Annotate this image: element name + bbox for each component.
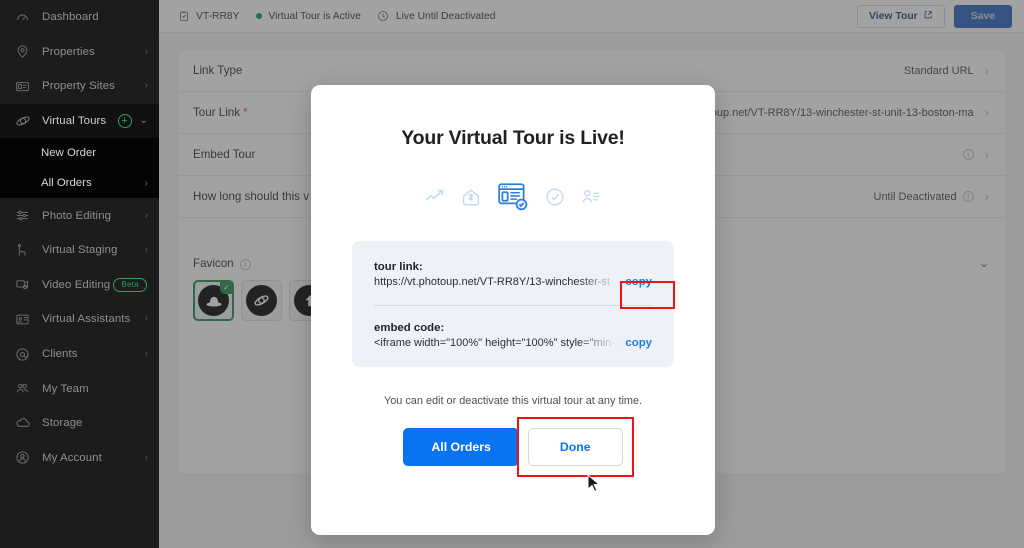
chevron-right-icon: › xyxy=(144,313,148,325)
all-orders-label: All Orders xyxy=(431,440,491,454)
sidebar-item-properties[interactable]: Properties › xyxy=(0,35,159,70)
add-virtual-tour-icon[interactable]: + xyxy=(117,114,132,129)
sidebar-item-label: Dashboard xyxy=(42,11,99,24)
sidebar: Dashboard Properties › Property Sites › … xyxy=(0,0,159,548)
tour-link-label: tour link: xyxy=(374,261,423,273)
sidebar-item-all-orders[interactable]: All Orders › xyxy=(0,168,159,198)
sidebar-item-label: Virtual Staging xyxy=(42,244,118,257)
video-gear-icon xyxy=(14,276,31,293)
sidebar-item-label: My Team xyxy=(42,382,89,395)
tour-link-section: tour link: https://vt.photoup.net/VT-RR8… xyxy=(352,261,675,309)
sidebar-item-label: Virtual Assistants xyxy=(42,313,131,326)
chevron-right-icon: › xyxy=(144,244,148,256)
share-links-panel: tour link: https://vt.photoup.net/VT-RR8… xyxy=(352,241,675,367)
person-list-icon xyxy=(580,186,602,213)
chevron-right-icon: › xyxy=(144,451,148,463)
check-circle-icon xyxy=(544,186,566,213)
chevron-right-icon: › xyxy=(144,80,148,92)
embed-code-value: <iframe width="100%" height="100%" style… xyxy=(374,337,618,349)
sidebar-item-label: Properties xyxy=(42,45,95,58)
chair-icon xyxy=(14,242,31,259)
embed-code-label: embed code: xyxy=(374,322,445,334)
analytics-icon xyxy=(424,186,446,213)
embed-code-section: embed code: <iframe width="100%" height=… xyxy=(352,322,674,349)
browser-window-check-icon xyxy=(496,180,530,219)
modal-title: Your Virtual Tour is Live! xyxy=(401,127,625,149)
sidebar-item-virtual-staging[interactable]: Virtual Staging › xyxy=(0,233,159,268)
sidebar-item-my-account[interactable]: My Account › xyxy=(0,441,159,476)
assistant-icon xyxy=(14,311,31,328)
sidebar-item-storage[interactable]: Storage xyxy=(0,406,159,441)
done-button-wrap: Done xyxy=(516,417,634,477)
at-circle-icon xyxy=(14,346,31,363)
sidebar-item-label: Storage xyxy=(42,417,83,430)
sidebar-item-virtual-assistants[interactable]: Virtual Assistants › xyxy=(0,302,159,337)
divider xyxy=(374,305,652,306)
sliders-icon xyxy=(14,207,31,224)
location-pin-icon xyxy=(14,43,31,60)
sidebar-item-dashboard[interactable]: Dashboard xyxy=(0,0,159,35)
screen-root: Dashboard Properties › Property Sites › … xyxy=(0,0,1024,548)
tour-link-value: https://vt.photoup.net/VT-RR8Y/13-winche… xyxy=(374,276,611,288)
chevron-right-icon: › xyxy=(144,348,148,360)
sidebar-item-label: Photo Editing xyxy=(42,209,112,222)
user-circle-icon xyxy=(14,449,31,466)
people-icon xyxy=(14,380,31,397)
sidebar-subitem-label: New Order xyxy=(41,147,97,160)
orbit-icon xyxy=(14,113,31,130)
sidebar-item-label: Property Sites xyxy=(42,80,115,93)
website-card-icon xyxy=(14,78,31,95)
all-orders-button[interactable]: All Orders xyxy=(403,428,519,466)
chevron-right-icon: › xyxy=(144,177,148,189)
progress-steps xyxy=(311,179,715,219)
done-label: Done xyxy=(559,440,591,454)
mouse-cursor xyxy=(587,473,602,499)
sidebar-item-new-order[interactable]: New Order xyxy=(0,138,159,168)
modal-note: You can edit or deactivate this virtual … xyxy=(383,395,643,407)
sidebar-submenu-virtual-tours: New Order All Orders › xyxy=(0,138,159,199)
sidebar-item-photo-editing[interactable]: Photo Editing › xyxy=(0,198,159,233)
sidebar-item-label: My Account xyxy=(42,451,102,464)
beta-badge: Beta xyxy=(113,277,147,292)
cloud-icon xyxy=(14,415,31,432)
chevron-right-icon: › xyxy=(144,209,148,221)
embed-code-row: <iframe width="100%" height="100%" style… xyxy=(374,337,652,349)
chevron-right-icon: › xyxy=(144,45,148,57)
sidebar-item-label: Virtual Tours xyxy=(42,115,107,128)
copy-tour-link-button[interactable]: copy xyxy=(625,276,652,288)
house-dollar-icon xyxy=(460,186,482,213)
sidebar-item-virtual-tours[interactable]: Virtual Tours + ⌄ xyxy=(0,103,159,139)
sidebar-item-label: Video Editing xyxy=(42,278,111,291)
sidebar-item-property-sites[interactable]: Property Sites › xyxy=(0,69,159,104)
sidebar-item-video-editing[interactable]: Video Editing Beta xyxy=(0,268,159,303)
tour-live-modal: Your Virtual Tour is Live! tour link: ht… xyxy=(311,85,715,535)
sidebar-subitem-label: All Orders xyxy=(41,177,92,190)
sidebar-item-label: Clients xyxy=(42,348,78,361)
tour-link-row: https://vt.photoup.net/VT-RR8Y/13-winche… xyxy=(374,276,652,288)
gauge-icon xyxy=(14,9,31,26)
copy-embed-code-button[interactable]: copy xyxy=(625,337,652,349)
done-button[interactable]: Done xyxy=(527,428,623,466)
chevron-down-icon: ⌄ xyxy=(139,115,148,127)
sidebar-item-my-team[interactable]: My Team xyxy=(0,371,159,406)
modal-actions: All Orders Done xyxy=(311,417,715,477)
sidebar-item-clients[interactable]: Clients › xyxy=(0,337,159,372)
